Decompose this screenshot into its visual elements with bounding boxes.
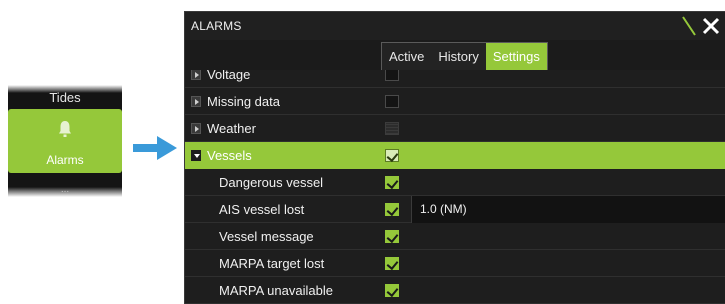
alarm-row-label: Vessels xyxy=(207,148,252,163)
collapse-icon[interactable] xyxy=(191,150,201,161)
title-bar: ALARMS xyxy=(185,12,725,40)
alarm-row-label: Vessel message xyxy=(219,229,314,244)
alarm-row-weather[interactable]: Weather xyxy=(185,115,725,142)
bell-icon xyxy=(59,121,71,137)
alarm-checkbox[interactable] xyxy=(385,70,399,81)
alarm-row-vessels[interactable]: Vessels xyxy=(185,142,725,169)
expand-icon[interactable] xyxy=(191,70,201,80)
tab-bar: Active History Settings xyxy=(185,40,725,70)
menu-item-alarms-label: Alarms xyxy=(46,153,84,167)
alarm-row-label: Dangerous vessel xyxy=(219,175,324,190)
tab-group: Active History Settings xyxy=(381,42,548,70)
alarm-row-vessel-message[interactable]: Vessel message xyxy=(185,223,725,250)
alarm-settings-list: Voltage Missing data Weather Vessels Dan… xyxy=(185,70,725,304)
menu-item-alarms[interactable]: Alarms xyxy=(8,109,122,173)
alarm-checkbox[interactable] xyxy=(385,284,399,297)
fade-overlay xyxy=(8,187,122,197)
alarm-row-label: Voltage xyxy=(207,70,251,82)
ais-lost-range-field[interactable]: 1.0 (NM) xyxy=(411,196,725,223)
alarm-row-missing-data[interactable]: Missing data xyxy=(185,88,725,115)
expand-icon[interactable] xyxy=(191,96,201,107)
alarm-row-label: MARPA unavailable xyxy=(219,283,333,298)
tab-active[interactable]: Active xyxy=(382,43,431,70)
arrow-right-icon xyxy=(133,136,177,160)
alarm-row-marpa-target-lost[interactable]: MARPA target lost xyxy=(185,250,725,277)
dialog-title: ALARMS xyxy=(191,19,242,33)
fade-overlay xyxy=(8,85,122,93)
mini-menu: Tides Alarms ... xyxy=(8,85,122,197)
tab-settings[interactable]: Settings xyxy=(485,43,547,70)
alarm-row-label: Weather xyxy=(207,121,256,136)
alarm-row-label: MARPA target lost xyxy=(219,256,325,271)
tab-history[interactable]: History xyxy=(431,43,485,70)
alarm-row-label: Missing data xyxy=(207,94,280,109)
alarm-checkbox[interactable] xyxy=(385,257,399,270)
alarm-row-dangerous-vessel[interactable]: Dangerous vessel xyxy=(185,169,725,196)
alarm-row-voltage[interactable]: Voltage xyxy=(185,70,725,88)
alarm-row-ais-vessel-lost[interactable]: AIS vessel lost 1.0 (NM) xyxy=(185,196,725,223)
slash-icon xyxy=(682,16,696,36)
alarms-dialog: ALARMS Active History Settings Voltage M… xyxy=(184,11,725,304)
alarm-row-marpa-unavailable[interactable]: MARPA unavailable xyxy=(185,277,725,304)
alarm-checkbox[interactable] xyxy=(385,176,399,189)
expand-icon[interactable] xyxy=(191,123,201,134)
alarm-checkbox[interactable] xyxy=(385,95,399,108)
alarm-row-label: AIS vessel lost xyxy=(219,202,305,217)
alarm-checkbox[interactable] xyxy=(385,203,399,216)
close-icon[interactable] xyxy=(700,15,722,37)
alarm-checkbox xyxy=(385,122,399,135)
alarm-checkbox[interactable] xyxy=(385,149,399,162)
alarm-checkbox[interactable] xyxy=(385,230,399,243)
